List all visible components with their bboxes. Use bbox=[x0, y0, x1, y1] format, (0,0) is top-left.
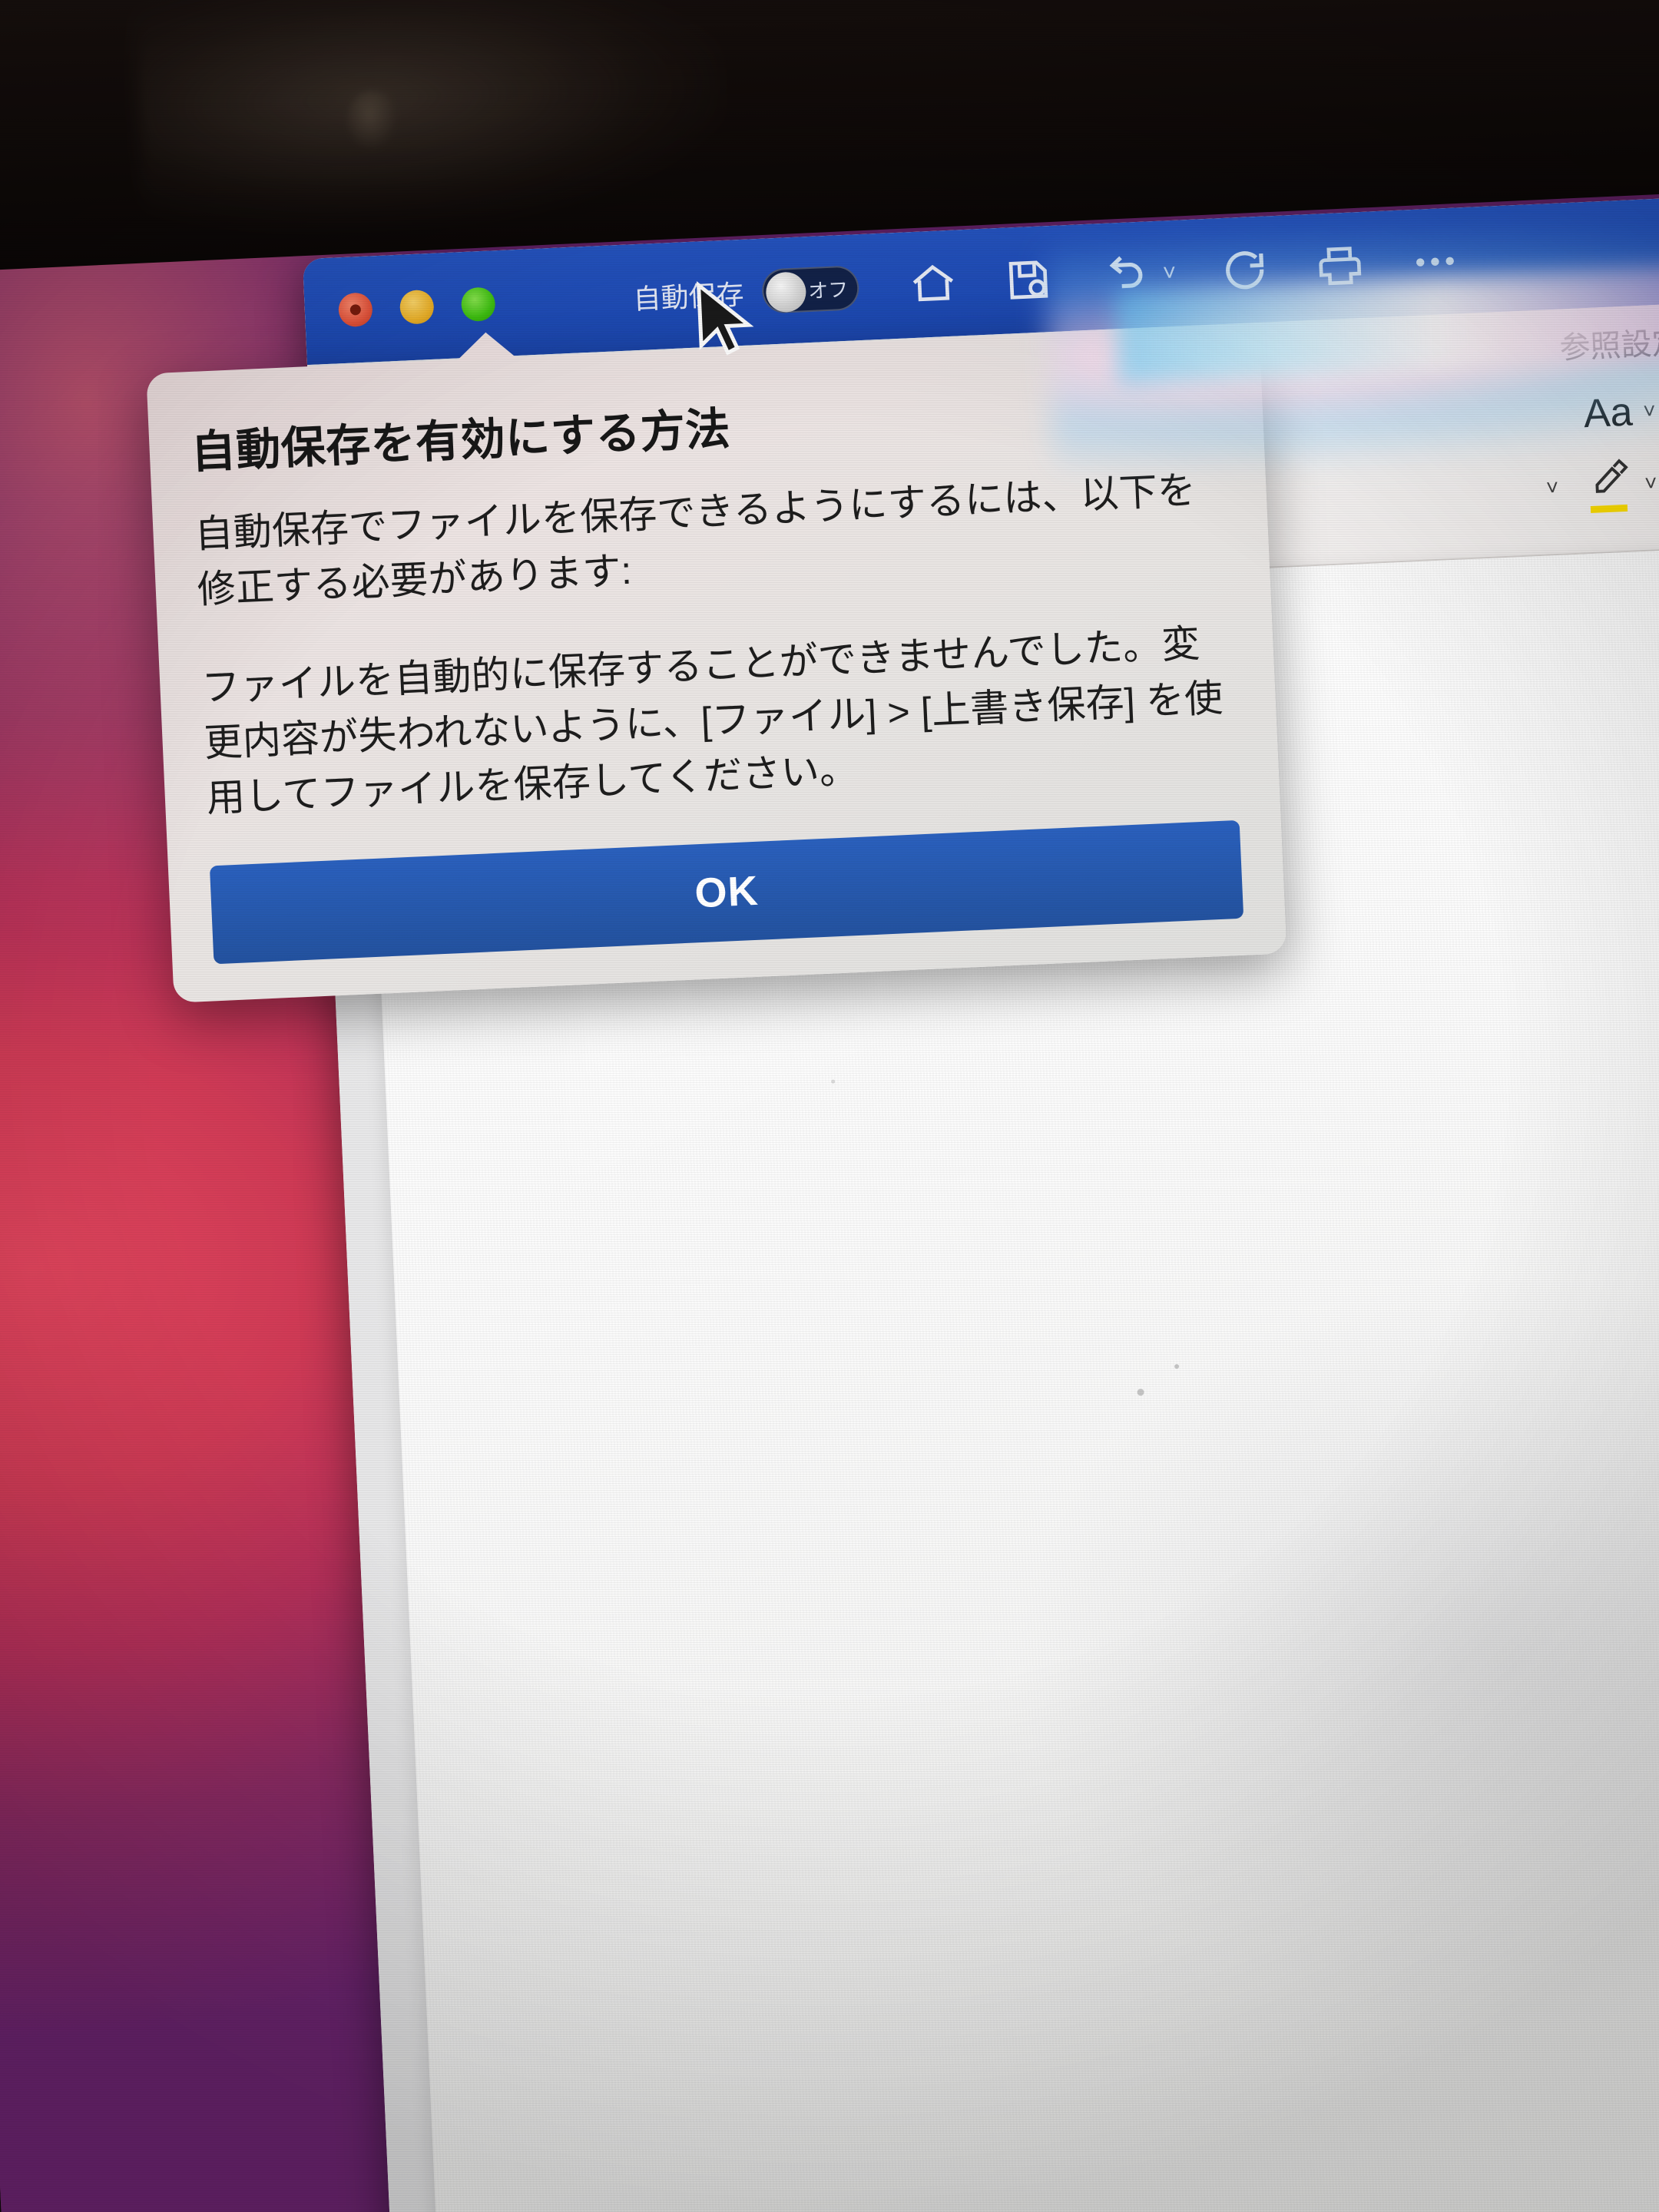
minimize-window-button[interactable] bbox=[399, 289, 435, 325]
dialog-ok-button[interactable]: OK bbox=[209, 820, 1244, 965]
dialog-body: 自動保存でファイルを保存できるようにするには、以下を修正する必要があります: フ… bbox=[194, 461, 1237, 826]
autosave-toggle[interactable]: オフ bbox=[761, 265, 860, 314]
zoom-window-button[interactable] bbox=[460, 286, 496, 323]
window-traffic-lights[interactable] bbox=[337, 286, 496, 328]
redo-icon[interactable] bbox=[1217, 242, 1273, 298]
highlight-pen-icon bbox=[1588, 457, 1635, 514]
dialog-paragraph-2: ファイルを自動的に保存することができませんでした。変更内容が失われないように、[… bbox=[200, 621, 1224, 820]
autosave-toggle-knob bbox=[765, 271, 807, 313]
text-effects-label: Aa bbox=[1582, 389, 1634, 437]
print-icon[interactable] bbox=[1312, 238, 1368, 294]
left-chevron-down-icon[interactable]: ˅ bbox=[1545, 475, 1559, 500]
tab-references[interactable]: 参照設定 bbox=[1558, 318, 1659, 368]
laptop-screen-photo:  Word ファイル 編集 表示 挿入 フォーマット ツール 表 ウィンドウ … bbox=[0, 0, 1659, 2212]
highlight-control[interactable]: ˅ bbox=[1588, 455, 1658, 514]
dialog-paragraph-1: 自動保存でファイルを保存できるようにするには、以下を修正する必要があります: bbox=[194, 468, 1197, 611]
text-effects-chevron-down-icon[interactable]: ˅ bbox=[1643, 399, 1657, 424]
autosave-help-dialog[interactable]: 自動保存を有効にする方法 自動保存でファイルを保存できるようにするには、以下を修… bbox=[146, 324, 1287, 1003]
home-icon[interactable] bbox=[906, 256, 962, 312]
highlight-color-bar bbox=[1590, 504, 1628, 514]
dialog-title: 自動保存を有効にする方法 bbox=[190, 403, 732, 478]
quick-access-toolbar[interactable]: ˅ bbox=[906, 233, 1463, 312]
more-options-icon[interactable] bbox=[1406, 233, 1462, 290]
autosave-state-label: オフ bbox=[807, 277, 849, 303]
undo-chevron-icon[interactable]: ˅ bbox=[1162, 260, 1177, 287]
highlight-chevron-down-icon[interactable]: ˅ bbox=[1644, 471, 1657, 496]
bezel-light-sheen bbox=[132, 0, 728, 237]
laptop-screen:  Word ファイル 編集 表示 挿入 フォーマット ツール 表 ウィンドウ … bbox=[0, 31, 1659, 2212]
save-as-icon[interactable] bbox=[1000, 252, 1056, 308]
close-window-button[interactable] bbox=[337, 292, 373, 328]
text-effects-control[interactable]: Aa ˅ bbox=[1582, 389, 1657, 437]
undo-icon[interactable] bbox=[1095, 247, 1151, 303]
